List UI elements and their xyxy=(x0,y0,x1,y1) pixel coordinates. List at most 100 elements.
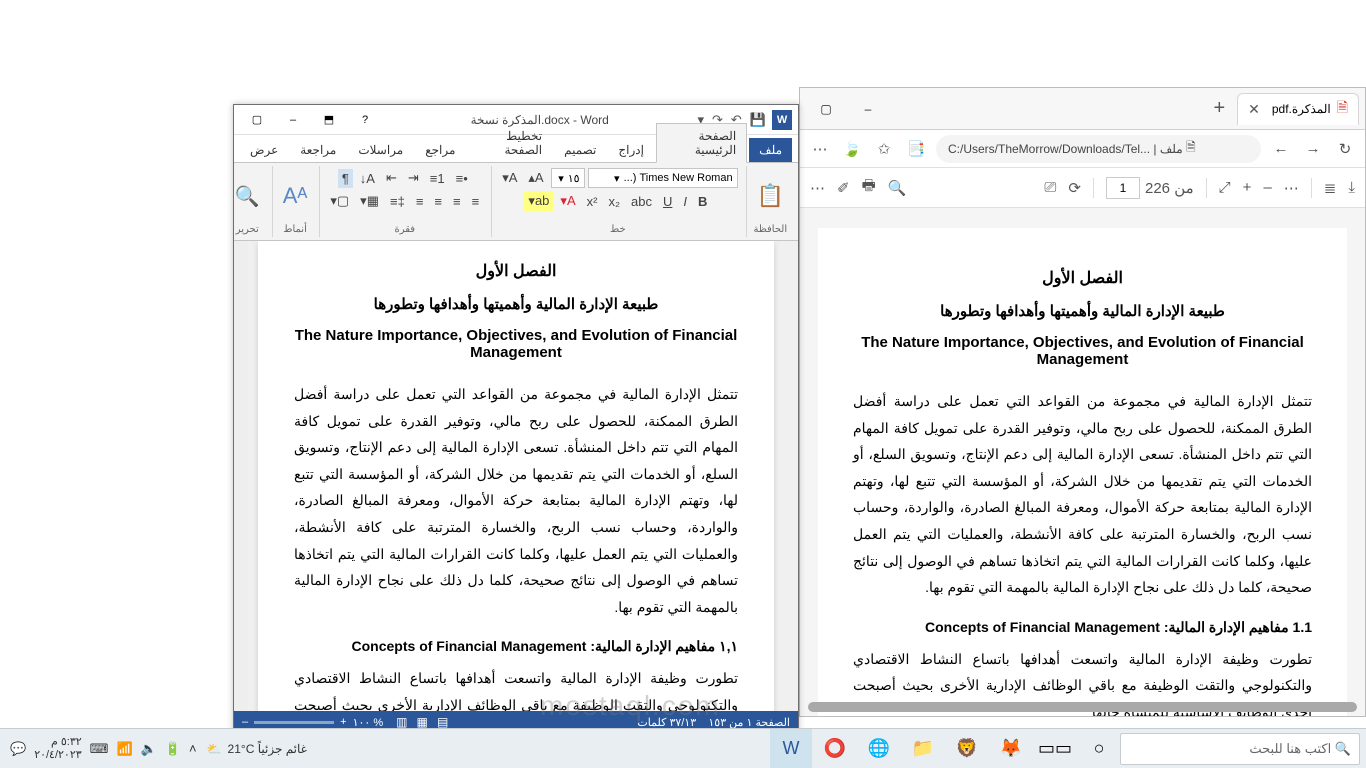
borders-button[interactable]: ▢▾ xyxy=(326,191,353,211)
taskbar-firefox-icon[interactable]: 🦊 xyxy=(990,729,1032,768)
win-help-button[interactable]: ? xyxy=(348,108,382,132)
strike-button[interactable]: abc xyxy=(627,192,656,211)
pdf-zoom-in-icon[interactable]: + xyxy=(1243,179,1252,196)
styles-button[interactable]: Aᴬ xyxy=(279,181,312,211)
zoom-in-button[interactable]: + xyxy=(340,716,346,728)
view-web-icon[interactable]: ▥ xyxy=(396,715,407,729)
favorites-icon[interactable]: ✩ xyxy=(872,140,896,158)
tray-keyboard-icon[interactable]: ⌨ xyxy=(90,741,109,757)
pdf-print-icon[interactable]: 🖶 xyxy=(862,175,876,200)
zoom-slider[interactable] xyxy=(254,721,334,724)
window-minimize-button[interactable]: – xyxy=(848,95,888,123)
taskbar-word-icon[interactable]: W xyxy=(770,729,812,768)
window-maximize-button[interactable]: ▢ xyxy=(806,95,846,123)
back-icon[interactable]: ← xyxy=(1269,140,1293,157)
pdf-save-icon[interactable]: ⤓ xyxy=(1348,179,1355,196)
zoom-out-button[interactable]: – xyxy=(242,716,248,728)
justify-button[interactable]: ≡ xyxy=(412,192,428,211)
taskbar-weather[interactable]: ⛅ 21°C غائم جزئياً xyxy=(207,742,307,756)
taskbar-search[interactable]: 🔍 اكتب هنا للبحث xyxy=(1120,733,1360,765)
url-text: C:/Users/TheMorrow/Downloads/Tel... xyxy=(948,142,1150,156)
tray-sound-icon[interactable]: 🔈 xyxy=(141,741,157,757)
bold-button[interactable]: B xyxy=(694,192,711,211)
ribbon-tab-file[interactable]: ملف xyxy=(749,138,792,162)
word-scrollbar-vertical[interactable] xyxy=(234,241,248,711)
superscript-button[interactable]: x² xyxy=(583,192,602,211)
zoom-level[interactable]: ١٠٠ % xyxy=(353,716,384,729)
line-spacing-button[interactable]: ‡≡ xyxy=(386,192,409,211)
ribbon-tab-layout[interactable]: تخطيط الصفحة xyxy=(467,124,552,162)
font-size-select[interactable]: ١٥▾ xyxy=(551,168,585,188)
win-maximize-button[interactable]: ▢ xyxy=(240,108,274,132)
tray-chevron-icon[interactable]: ˄ xyxy=(189,741,197,756)
new-tab-button[interactable]: + xyxy=(1205,93,1233,124)
paste-button[interactable]: 📋 xyxy=(753,181,788,211)
align-left-button[interactable]: ≡ xyxy=(430,192,446,211)
ribbon-tab-view[interactable]: عرض xyxy=(240,138,288,162)
taskbar-chrome-icon[interactable]: ⭕ xyxy=(814,729,856,768)
taskbar-brave-icon[interactable]: 🦁 xyxy=(946,729,988,768)
refresh-icon[interactable]: ↻ xyxy=(1333,140,1357,158)
pdf-page-area: الفصل الأول طبيعة الإدارة المالية وأهميت… xyxy=(800,208,1365,716)
pdf-toc-icon[interactable]: ≣ xyxy=(1324,179,1337,197)
ribbon-tab-mailings[interactable]: مراسلات xyxy=(348,138,413,162)
taskbar-folder-icon[interactable]: 📁 xyxy=(902,729,944,768)
pdf-page-input[interactable] xyxy=(1106,177,1140,199)
pdf-read-icon[interactable]: ⎚ xyxy=(1044,179,1056,196)
tray-battery-icon[interactable]: 🔋 xyxy=(165,741,181,757)
tab-close-icon[interactable]: ✕ xyxy=(1248,101,1260,118)
win-minimize-button[interactable]: – xyxy=(276,108,310,132)
word-page[interactable]: الفصل الأول طبيعة الإدارة المالية وأهميت… xyxy=(258,241,774,711)
ribbon-tab-review[interactable]: مراجعة xyxy=(290,138,346,162)
italic-button[interactable]: I xyxy=(679,192,691,211)
pdf-draw-icon[interactable]: ✐ xyxy=(837,179,850,197)
subscript-button[interactable]: x₂ xyxy=(604,192,624,211)
group-label-font: خط xyxy=(498,224,737,235)
underline-button[interactable]: U xyxy=(659,192,676,211)
collections-icon[interactable]: 📑 xyxy=(904,140,928,158)
tray-wifi-icon[interactable]: 📶 xyxy=(116,741,132,757)
browser-tab[interactable]: 🗎 المذكرة.pdf ✕ xyxy=(1237,93,1359,125)
win-ribbon-toggle[interactable]: ⬒ xyxy=(312,108,346,132)
qat-save-icon[interactable]: 💾 xyxy=(750,112,766,128)
ribbon-tabs: ملف الصفحة الرئيسية إدراج تصميم تخطيط ال… xyxy=(234,135,798,163)
show-marks-button[interactable]: ¶ xyxy=(338,169,353,188)
doc-title-ar: طبيعة الإدارة المالية وأهميتها وأهدافها … xyxy=(294,295,738,313)
view-read-icon[interactable]: ▤ xyxy=(437,715,448,729)
align-right-button[interactable]: ≡ xyxy=(468,192,484,211)
bullets-button[interactable]: •≡ xyxy=(452,169,472,188)
indent-dec-button[interactable]: ⇤ xyxy=(382,168,401,188)
ribbon-tab-design[interactable]: تصميم xyxy=(554,138,606,162)
shading-button[interactable]: ▦▾ xyxy=(356,191,383,211)
settings-icon[interactable]: ⋯ xyxy=(808,140,832,158)
taskbar-taskview-icon[interactable]: ▭▭ xyxy=(1034,729,1076,768)
numbering-button[interactable]: 1≡ xyxy=(426,169,449,188)
grow-font-icon[interactable]: A▴ xyxy=(524,168,547,188)
taskbar-cortana-icon[interactable]: ○ xyxy=(1078,729,1120,768)
pdf-more2-icon[interactable]: ⋯ xyxy=(810,179,825,197)
align-center-button[interactable]: ≡ xyxy=(449,192,465,211)
ribbon-tab-home[interactable]: الصفحة الرئيسية xyxy=(656,123,747,163)
taskbar-edge-icon[interactable]: 🌐 xyxy=(858,729,900,768)
highlight-button[interactable]: ab▾ xyxy=(524,191,553,211)
pdf-zoom-out-icon[interactable]: – xyxy=(1263,179,1271,196)
pdf-more-icon[interactable]: ⋯ xyxy=(1284,179,1299,197)
performance-icon[interactable]: 🍃 xyxy=(840,140,864,158)
view-print-icon[interactable]: ▦ xyxy=(417,715,428,729)
pdf-scrollbar-horizontal[interactable] xyxy=(808,702,1357,712)
font-color-button[interactable]: A▾ xyxy=(556,191,579,211)
url-field[interactable]: C:/Users/TheMorrow/Downloads/Tel... | مل… xyxy=(936,135,1261,163)
font-name-select[interactable]: Times New Roman (...▾ xyxy=(588,168,738,188)
find-button[interactable]: 🔍 xyxy=(231,182,264,211)
forward-icon[interactable]: → xyxy=(1301,140,1325,157)
sort-button[interactable]: A↓ xyxy=(356,169,379,188)
taskbar-clock[interactable]: ٥:٣٢ م ٢٠/٤/٢٠٢٣ xyxy=(34,736,81,760)
shrink-font-icon[interactable]: A▾ xyxy=(498,168,521,188)
pdf-fit-icon[interactable]: ⤢ xyxy=(1219,179,1231,196)
pdf-search-icon[interactable]: 🔍 xyxy=(888,179,907,197)
ribbon-tab-insert[interactable]: إدراج xyxy=(608,138,654,162)
pdf-rotate-icon[interactable]: ⟳ xyxy=(1068,179,1081,197)
ribbon-tab-references[interactable]: مراجع xyxy=(415,138,465,162)
tray-notifications-icon[interactable]: 💬 xyxy=(10,741,26,757)
indent-inc-button[interactable]: ⇥ xyxy=(404,168,423,188)
